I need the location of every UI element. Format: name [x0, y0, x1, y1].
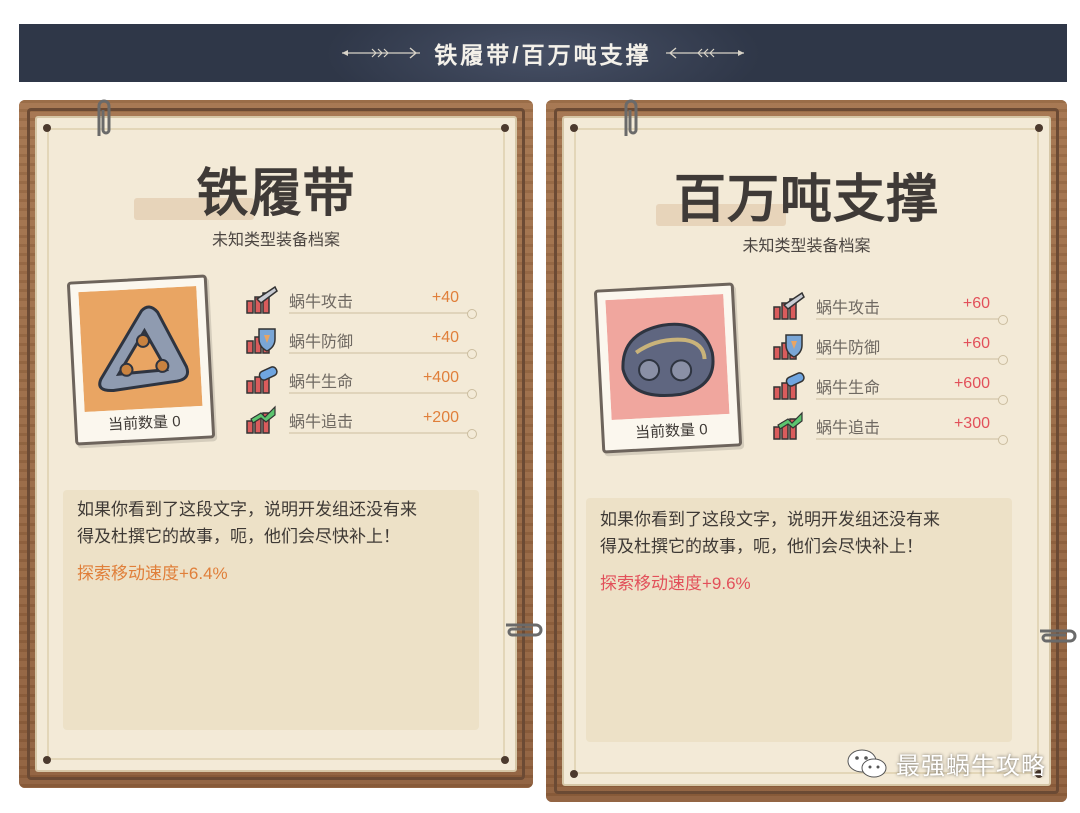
track-item-icon	[78, 286, 203, 413]
nail-icon	[570, 124, 578, 132]
stat-label: 蜗牛防御	[816, 340, 881, 357]
item-count-value: 0	[171, 413, 181, 431]
card-subtitle: 未知类型装备档案	[211, 232, 340, 249]
stat-label: 蜗牛攻击	[816, 300, 881, 317]
watermark: 最强蜗牛攻略	[846, 746, 1046, 781]
stat-value: +200	[422, 409, 459, 426]
item-count-value: 0	[698, 421, 708, 439]
card-heading: 百万吨支撑 未知类型装备档案	[546, 174, 1067, 256]
nail-icon	[570, 770, 578, 778]
description-line: 如果你看到了这段文字，说明开发组还没有来	[600, 510, 940, 529]
stat-row-defense: 蜗牛防御 +40	[245, 320, 477, 360]
stat-value: +400	[422, 369, 459, 386]
paper-clip-icon	[97, 99, 111, 136]
card-title: 铁履带	[196, 165, 356, 223]
stat-value: +60	[962, 295, 990, 312]
stat-value: +600	[953, 375, 990, 392]
paper-clip-icon	[506, 623, 543, 637]
nail-icon	[1035, 124, 1043, 132]
item-portrait[interactable]: 当前数量 0	[593, 282, 743, 454]
watermark-text: 最强蜗牛攻略	[896, 753, 1046, 780]
wechat-icon	[847, 749, 887, 777]
stat-list: 蜗牛攻击 +60 蜗牛防御 +60 蜗牛生命 +600 蜗牛追击 +300	[772, 286, 1008, 446]
description-line: 得及杜撰它的故事，呃，他们会尽快补上！	[77, 527, 400, 546]
card-subtitle: 未知类型装备档案	[742, 238, 871, 255]
stat-label: 蜗牛生命	[816, 380, 881, 397]
pursuit-icon	[773, 411, 803, 440]
life-icon	[773, 372, 805, 400]
stat-label: 蜗牛追击	[289, 414, 354, 431]
stat-row-life: 蜗牛生命 +600	[772, 366, 1008, 406]
stat-label: 蜗牛生命	[289, 374, 354, 391]
attack-icon	[246, 285, 278, 314]
item-count: 当前数量 0	[77, 408, 212, 436]
equipment-card-support[interactable]: 百万吨支撑 未知类型装备档案 当前数量 0 蜗牛攻击 +60 蜗牛防御 +60 …	[546, 99, 1077, 802]
item-count-label: 当前数量	[634, 421, 696, 442]
stat-value: +300	[953, 415, 990, 432]
nail-icon	[43, 124, 51, 132]
item-count: 当前数量 0	[604, 416, 739, 444]
paper-clip-icon	[624, 99, 638, 136]
stat-divider	[816, 435, 1008, 445]
nail-icon	[501, 124, 509, 132]
description-line: 如果你看到了这段文字，说明开发组还没有来	[77, 500, 417, 519]
support-item-icon	[605, 294, 730, 421]
header-title-group: 铁履带/百万吨支撑	[342, 36, 744, 70]
stat-divider	[289, 309, 477, 319]
stat-divider	[816, 315, 1008, 325]
stat-list: 蜗牛攻击 +40 蜗牛防御 +40 蜗牛生命 +400 蜗牛追击 +200	[245, 280, 477, 440]
item-portrait[interactable]: 当前数量 0	[66, 274, 216, 446]
stat-value: +40	[431, 289, 459, 306]
header-title: 铁履带/百万吨支撑	[434, 42, 652, 68]
equipment-card-track[interactable]: 铁履带 未知类型装备档案 当前数量 0 蜗牛攻击 +40 蜗牛防御 +40 蜗牛…	[19, 99, 543, 788]
attack-icon	[773, 291, 805, 320]
card-heading: 铁履带 未知类型装备档案	[19, 168, 533, 250]
stat-divider	[289, 349, 477, 359]
item-count-label: 当前数量	[107, 413, 169, 434]
right-ornament-icon	[665, 47, 744, 59]
header-banner: 铁履带/百万吨支撑	[19, 24, 1067, 82]
stat-divider	[816, 355, 1008, 365]
stat-row-pursuit: 蜗牛追击 +300	[772, 406, 1008, 446]
pursuit-icon	[246, 405, 276, 434]
item-description: 如果你看到了这段文字，说明开发组还没有来 得及杜撰它的故事，呃，他们会尽快补上！	[77, 496, 477, 550]
card-title: 百万吨支撑	[673, 171, 939, 229]
stat-label: 蜗牛攻击	[289, 294, 354, 311]
stat-divider	[289, 429, 477, 439]
defense-icon	[773, 334, 803, 360]
stat-row-attack: 蜗牛攻击 +40	[245, 280, 477, 320]
stat-row-attack: 蜗牛攻击 +60	[772, 286, 1008, 326]
speed-bonus: 探索移动速度+9.6%	[600, 574, 751, 593]
nail-icon	[501, 756, 509, 764]
defense-icon	[246, 328, 276, 354]
stat-divider	[816, 395, 1008, 405]
description-line: 得及杜撰它的故事，呃，他们会尽快补上！	[600, 537, 923, 556]
paper-clip-icon	[1040, 629, 1077, 643]
nail-icon	[43, 756, 51, 764]
speed-bonus: 探索移动速度+6.4%	[77, 564, 228, 583]
left-ornament-icon	[342, 47, 421, 59]
stat-row-defense: 蜗牛防御 +60	[772, 326, 1008, 366]
stat-divider	[289, 389, 477, 399]
stat-value: +40	[431, 329, 459, 346]
stat-label: 蜗牛防御	[289, 334, 354, 351]
stat-label: 蜗牛追击	[816, 420, 881, 437]
life-icon	[246, 366, 278, 394]
stat-row-life: 蜗牛生命 +400	[245, 360, 477, 400]
item-description: 如果你看到了这段文字，说明开发组还没有来 得及杜撰它的故事，呃，他们会尽快补上！	[600, 506, 1010, 560]
stat-row-pursuit: 蜗牛追击 +200	[245, 400, 477, 440]
stat-value: +60	[962, 335, 990, 352]
